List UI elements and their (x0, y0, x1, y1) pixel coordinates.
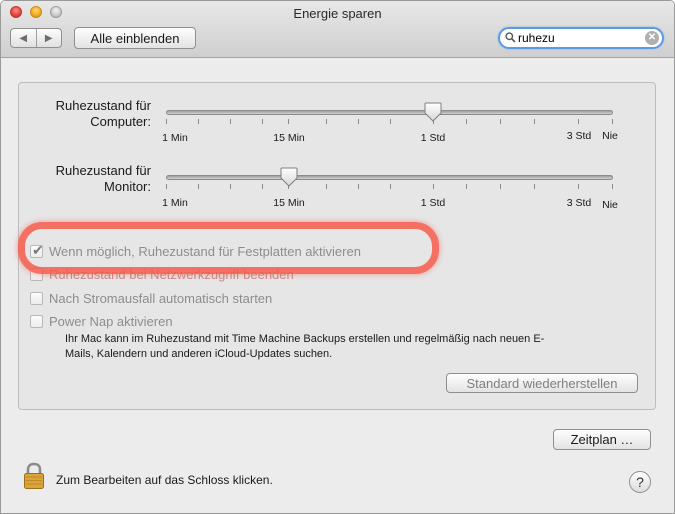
monitor-sleep-label-line1: Ruhezustand für (55, 163, 151, 178)
option-restart-power-failure[interactable]: Nach Stromausfall automatisch starten (30, 291, 272, 306)
monitor-tick-label: 3 Std (566, 197, 592, 209)
chevron-right-icon: ▶ (44, 32, 53, 44)
power-nap-description: Ihr Mac kann im Ruhezustand mit Time Mac… (65, 332, 625, 362)
monitor-sleep-slider-knob[interactable] (280, 167, 298, 187)
monitor-sleep-slider-track[interactable] (166, 175, 613, 180)
computer-tick-label: 1 Std (420, 132, 446, 144)
monitor-sleep-slider-ticks (166, 184, 613, 189)
power-nap-label: Power Nap aktivieren (49, 314, 173, 329)
restore-defaults-button[interactable]: Standard wiederherstellen (446, 373, 638, 393)
power-nap-description-line1: Ihr Mac kann im Ruhezustand mit Time Mac… (65, 333, 545, 345)
monitor-tick-label: 1 Min (162, 197, 188, 209)
computer-sleep-slider-track[interactable] (166, 110, 613, 115)
search-icon (505, 32, 516, 43)
monitor-tick-label: 1 Std (420, 197, 446, 209)
computer-tick-label: 3 Std (566, 130, 592, 142)
lock-hint-text: Zum Bearbeiten auf das Schloss klicken. (56, 473, 273, 487)
computer-sleep-label-line1: Ruhezustand für (55, 98, 151, 113)
computer-sleep-label-line2: Computer: (90, 114, 151, 129)
forward-button[interactable]: ▶ (35, 29, 62, 47)
back-forward-control: ◀ ▶ (10, 28, 62, 48)
monitor-sleep-label: Ruhezustand für Monitor: (31, 163, 151, 195)
monitor-tick-label: Nie (602, 199, 618, 211)
help-button[interactable]: ? (629, 471, 651, 493)
back-button[interactable]: ◀ (11, 29, 36, 47)
show-all-button[interactable]: Alle einblenden (74, 27, 196, 49)
computer-sleep-slider-knob[interactable] (424, 102, 442, 122)
monitor-sleep-label-line2: Monitor: (104, 179, 151, 194)
computer-tick-label: Nie (602, 130, 618, 142)
restart-power-failure-checkbox[interactable] (30, 292, 43, 305)
clear-search-icon[interactable]: ✕ (645, 31, 659, 45)
power-nap-description-line2: Mails, Kalendern und anderen iCloud-Upda… (65, 348, 333, 360)
highlight-annotation (18, 222, 439, 274)
restart-power-failure-label: Nach Stromausfall automatisch starten (49, 291, 273, 306)
computer-tick-label: 1 Min (162, 132, 188, 144)
search-field[interactable]: ruhezu ✕ (498, 27, 664, 49)
power-nap-checkbox[interactable] (30, 315, 43, 328)
lock-icon[interactable] (23, 462, 45, 490)
title-bar: Energie sparen ◀ ▶ Alle einblenden ruhez… (1, 1, 674, 58)
monitor-tick-label: 15 Min (273, 197, 305, 209)
option-power-nap[interactable]: Power Nap aktivieren (30, 314, 173, 329)
chevron-left-icon: ◀ (19, 32, 28, 44)
computer-tick-label: 15 Min (273, 132, 305, 144)
preferences-window: Energie sparen ◀ ▶ Alle einblenden ruhez… (0, 0, 675, 514)
schedule-button[interactable]: Zeitplan … (553, 429, 651, 450)
search-input[interactable]: ruhezu (518, 31, 555, 45)
window-title: Energie sparen (293, 6, 382, 21)
computer-sleep-slider-ticks (166, 119, 613, 124)
computer-sleep-label: Ruhezustand für Computer: (31, 98, 151, 130)
